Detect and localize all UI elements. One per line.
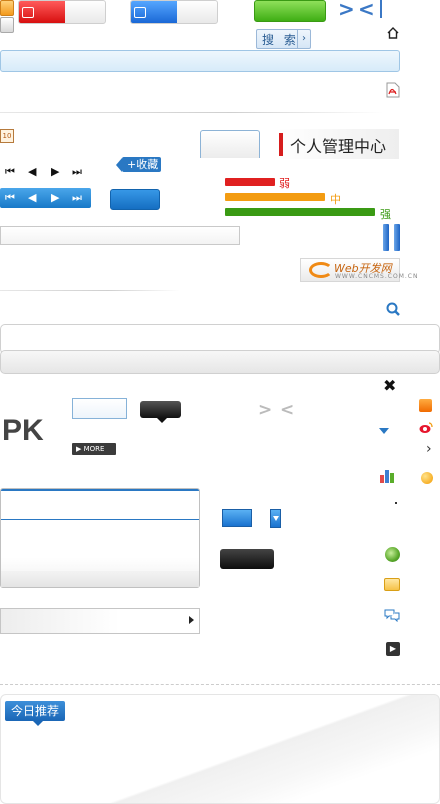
- prev-arrow-icon[interactable]: <: [280, 400, 294, 420]
- pause-icon[interactable]: [383, 224, 401, 251]
- globe-icon[interactable]: [385, 547, 400, 562]
- folder-star-icon[interactable]: [384, 578, 400, 591]
- last-icon[interactable]: ⏭: [72, 165, 82, 179]
- search-button[interactable]: 搜 索 ›: [256, 29, 311, 49]
- search-icon[interactable]: [386, 302, 400, 316]
- text-input[interactable]: [0, 226, 240, 245]
- chevron-right-icon[interactable]: ›: [426, 441, 432, 457]
- search-bar[interactable]: [0, 50, 400, 72]
- chart-icon[interactable]: [379, 469, 397, 483]
- strength-bar-medium: [225, 193, 325, 201]
- next-icon[interactable]: ▶: [51, 165, 59, 178]
- dot: [395, 502, 397, 504]
- dashed-divider: [0, 684, 440, 685]
- vertical-divider: [380, 0, 382, 18]
- orb-icon[interactable]: [421, 472, 433, 484]
- login-input-line[interactable]: [1, 519, 199, 520]
- tile-gray-icon: [0, 17, 14, 33]
- like-vote-button[interactable]: [18, 0, 106, 24]
- logo-domain: WWW.CNCMS.COM.CN: [335, 273, 419, 280]
- tab[interactable]: [200, 130, 260, 158]
- logo-mark-icon: [309, 262, 333, 278]
- next-arrow-icon[interactable]: >: [338, 0, 355, 21]
- prev-arrow-icon[interactable]: <: [358, 0, 375, 21]
- site-logo[interactable]: Web开发网 WWW.CNCMS.COM.CN: [300, 258, 417, 282]
- first-icon[interactable]: ⏮: [5, 165, 15, 179]
- strength-bar-weak: [225, 178, 275, 186]
- caret-right-icon: [189, 616, 194, 624]
- prev-icon[interactable]: ◀: [28, 165, 36, 178]
- title-accent: [279, 133, 283, 156]
- play-icon[interactable]: ▶: [386, 642, 400, 656]
- chevron-down-icon: [273, 516, 279, 521]
- login-panel: [0, 488, 200, 588]
- search-label: 搜 索: [262, 33, 299, 47]
- more-button[interactable]: ▶ MORE: [72, 443, 116, 455]
- first-icon[interactable]: ⏮: [5, 191, 15, 205]
- prev-icon[interactable]: ◀: [28, 191, 36, 204]
- green-button[interactable]: [254, 0, 326, 22]
- page-title: 个人管理中心: [290, 137, 387, 156]
- strength-label-strong: 强: [380, 208, 391, 221]
- strength-label-weak: 弱: [279, 177, 290, 190]
- home-icon[interactable]: [387, 27, 399, 39]
- chevron-right-icon: ›: [297, 30, 310, 48]
- panel-bar: [0, 350, 440, 374]
- chat-icon[interactable]: [384, 609, 400, 622]
- last-icon[interactable]: ⏭: [72, 191, 82, 205]
- pk-label: PK: [2, 414, 44, 447]
- calendar-icon[interactable]: 10: [0, 129, 14, 143]
- strength-label-medium: 中: [330, 193, 341, 206]
- dropdown-button[interactable]: [270, 509, 281, 528]
- today-recommend-tag[interactable]: 今日推荐: [5, 701, 66, 726]
- thumb-down-icon: [134, 7, 146, 18]
- dark-button[interactable]: [220, 549, 274, 569]
- close-icon[interactable]: ✖: [383, 376, 396, 395]
- thumb-up-icon: [22, 7, 34, 18]
- rss-icon[interactable]: [419, 399, 432, 412]
- media-controls-blue: ⏮ ◀ ▶ ⏭: [0, 188, 91, 208]
- select-input[interactable]: [0, 608, 200, 634]
- weibo-icon[interactable]: [419, 422, 433, 434]
- recommend-panel: [0, 694, 440, 804]
- media-controls: ⏮ ◀ ▶ ⏭: [0, 165, 90, 179]
- title-panel: 个人管理中心: [278, 129, 399, 159]
- favorite-button[interactable]: +收藏: [116, 157, 161, 172]
- blue-button[interactable]: [110, 189, 160, 210]
- dropdown-arrow-icon[interactable]: [379, 428, 389, 434]
- divider: [0, 112, 384, 113]
- small-input[interactable]: [72, 398, 127, 419]
- tile-orange-icon: [0, 0, 14, 16]
- strength-bar-strong: [225, 208, 375, 216]
- next-arrow-icon[interactable]: >: [258, 400, 272, 420]
- next-icon[interactable]: ▶: [51, 191, 59, 204]
- tooltip-bubble: [140, 401, 181, 423]
- divider: [0, 290, 180, 291]
- blue-square-button[interactable]: [222, 509, 252, 527]
- pdf-icon[interactable]: [386, 82, 400, 98]
- dislike-vote-button[interactable]: [130, 0, 218, 24]
